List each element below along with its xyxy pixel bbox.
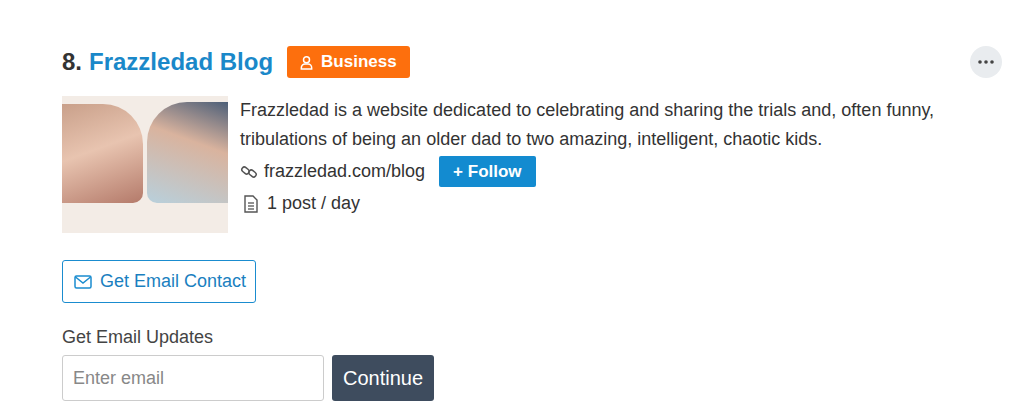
blog-url[interactable]: frazzledad.com/blog: [264, 161, 425, 182]
blog-logo-image: [62, 96, 228, 233]
get-email-contact-button[interactable]: Get Email Contact: [62, 260, 256, 303]
email-updates-label: Get Email Updates: [62, 327, 1002, 348]
link-row: frazzledad.com/blog + Follow: [240, 156, 1000, 187]
frequency-row: 1 post / day: [240, 193, 1000, 214]
continue-button[interactable]: Continue: [332, 355, 434, 401]
follow-button[interactable]: + Follow: [439, 156, 535, 187]
person-icon: [299, 55, 314, 70]
entry-info: Frazzledad is a website dedicated to cel…: [240, 96, 1000, 233]
ellipsis-icon: [978, 60, 994, 64]
entry-body: Frazzledad is a website dedicated to cel…: [62, 96, 1002, 233]
blog-title[interactable]: Frazzledad Blog: [89, 48, 273, 76]
title-row: 8.Frazzledad Blog Business: [62, 44, 1002, 80]
document-icon: [243, 195, 259, 213]
business-badge: Business: [287, 46, 410, 78]
post-frequency: 1 post / day: [267, 193, 360, 214]
description: Frazzledad is a website dedicated to cel…: [240, 96, 1000, 154]
rank: 8.: [62, 48, 82, 76]
blog-listing: 8.Frazzledad Blog Business Frazzledad is a…: [0, 0, 1024, 414]
more-options-button[interactable]: [970, 46, 1002, 78]
mail-icon: [74, 275, 92, 289]
link-icon: [240, 163, 258, 181]
email-input[interactable]: [62, 355, 324, 401]
email-updates-form: Continue: [62, 355, 1002, 401]
